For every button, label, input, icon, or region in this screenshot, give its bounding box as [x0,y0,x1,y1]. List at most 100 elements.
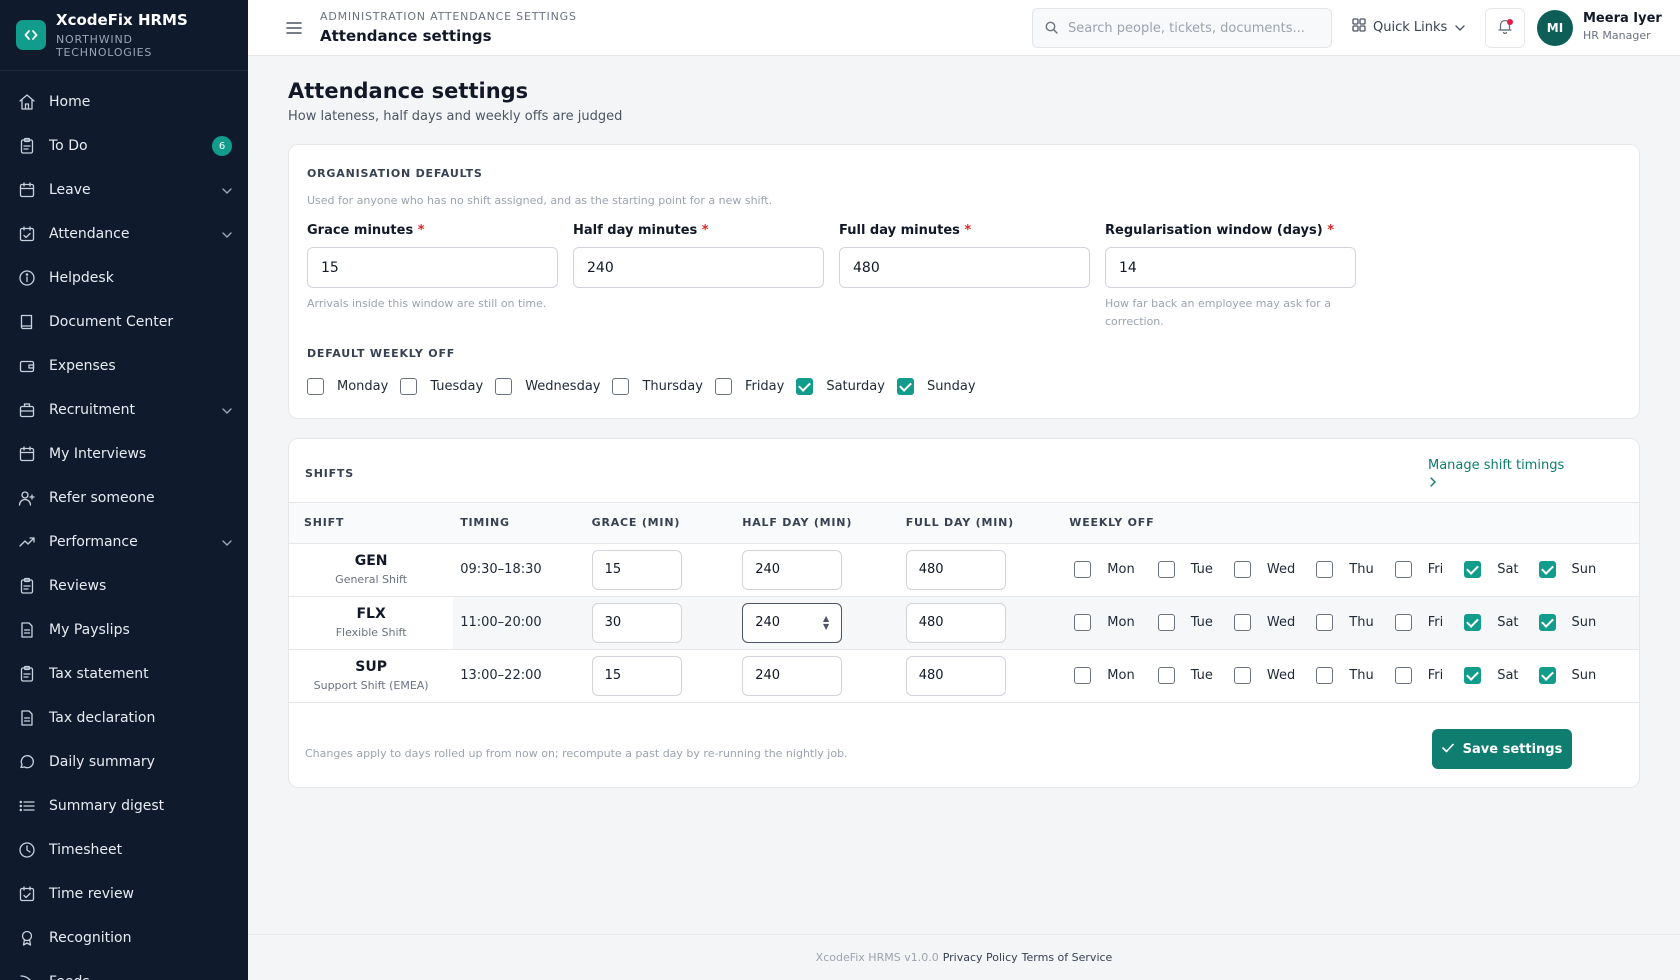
notifications-button[interactable] [1485,8,1525,48]
shift-day-fri[interactable]: Fri [1394,614,1443,631]
shift-day-fri[interactable]: Fri [1394,667,1443,685]
weekly-off-saturday[interactable]: Saturday [796,378,885,395]
tue-checkbox[interactable] [1157,561,1175,578]
sidebar-item-home[interactable]: Home [0,80,248,124]
weekly-off-monday[interactable]: Monday [307,378,388,395]
weekly-off-tuesday[interactable]: Tuesday [400,378,483,395]
shift-day-sat[interactable]: Sat [1464,667,1519,685]
thu-checkbox[interactable] [1316,667,1334,685]
save-settings-button[interactable]: Save settings [1432,729,1572,769]
thu-checkbox[interactable] [1316,614,1334,631]
sidebar-item-helpdesk[interactable]: Helpdesk [0,256,248,300]
shift-day-thu[interactable]: Thu [1316,614,1374,631]
hamburger-menu-icon[interactable] [283,17,305,39]
shift-day-mon[interactable]: Mon [1074,667,1135,685]
sidebar-item-recruitment[interactable]: Recruitment [0,388,248,432]
sunday-checkbox[interactable] [896,378,914,395]
weekly-off-wednesday[interactable]: Wednesday [495,378,600,395]
shift-day-sun[interactable]: Sun [1538,561,1596,578]
sidebar-item-reviews[interactable]: Reviews [0,564,248,608]
sat-checkbox[interactable] [1464,667,1482,685]
mon-checkbox[interactable] [1074,561,1092,578]
sidebar-item-refer-someone[interactable]: Refer someone [0,476,248,520]
grace-minutes-input[interactable] [591,602,682,643]
shift-day-mon[interactable]: Mon [1074,614,1135,631]
sidebar-item-performance[interactable]: Performance [0,520,248,564]
search-input[interactable] [1068,20,1318,36]
sidebar-item-to-do[interactable]: To Do 6 [0,124,248,168]
full-minutes-input[interactable] [905,655,1006,696]
tue-checkbox[interactable] [1157,667,1175,685]
thursday-checkbox[interactable] [612,378,630,395]
sidebar-item-recognition[interactable]: Recognition [0,916,248,960]
privacy-policy-link[interactable]: Privacy Policy [943,951,1018,964]
number-spinner-icon[interactable]: ▲ ▼ [823,614,829,631]
brand[interactable]: XcodeFix HRMS NORTHWIND TECHNOLOGIES [0,0,248,71]
regularisation-window-days-field[interactable] [1105,247,1356,288]
fri-checkbox[interactable] [1394,561,1412,578]
tuesday-checkbox[interactable] [400,378,418,395]
grace-minutes-input[interactable] [591,549,682,590]
shift-day-thu[interactable]: Thu [1316,561,1374,578]
sun-checkbox[interactable] [1538,614,1556,631]
avatar[interactable]: MI [1537,10,1573,46]
sidebar-item-expenses[interactable]: Expenses [0,344,248,388]
shift-day-tue[interactable]: Tue [1157,561,1213,578]
shift-day-tue[interactable]: Tue [1157,614,1213,631]
sat-checkbox[interactable] [1464,561,1482,578]
sidebar-item-timesheet[interactable]: Timesheet [0,828,248,872]
thu-checkbox[interactable] [1316,561,1334,578]
sidebar-item-daily-summary[interactable]: Daily summary [0,740,248,784]
sidebar-item-attendance[interactable]: Attendance [0,212,248,256]
sidebar-item-my-interviews[interactable]: My Interviews [0,432,248,476]
shift-day-sat[interactable]: Sat [1464,561,1519,578]
tue-checkbox[interactable] [1157,614,1175,631]
manage-shift-timings-link[interactable]: Manage shift timings [1428,457,1568,493]
half-minutes-input[interactable] [742,549,843,590]
sun-checkbox[interactable] [1538,561,1556,578]
shift-day-wed[interactable]: Wed [1233,561,1295,578]
fri-checkbox[interactable] [1394,614,1412,631]
wednesday-checkbox[interactable] [495,378,513,395]
shift-day-sun[interactable]: Sun [1538,667,1596,685]
quick-links-button[interactable]: Quick Links [1352,18,1465,36]
shift-day-sun[interactable]: Sun [1538,614,1596,631]
shift-day-mon[interactable]: Mon [1074,561,1135,578]
wed-checkbox[interactable] [1233,614,1251,631]
shift-day-thu[interactable]: Thu [1316,667,1374,685]
friday-checkbox[interactable] [714,378,732,395]
sidebar-item-tax-declaration[interactable]: Tax declaration [0,696,248,740]
shift-day-tue[interactable]: Tue [1157,667,1213,685]
monday-checkbox[interactable] [307,378,324,395]
mon-checkbox[interactable] [1074,614,1092,631]
grace-minutes-field[interactable] [307,247,558,288]
mon-checkbox[interactable] [1074,667,1092,685]
sidebar-item-document-center[interactable]: Document Center [0,300,248,344]
sidebar-item-tax-statement[interactable]: Tax statement [0,652,248,696]
shift-day-sat[interactable]: Sat [1464,614,1519,631]
wed-checkbox[interactable] [1233,561,1251,578]
sat-checkbox[interactable] [1464,614,1482,631]
weekly-off-thursday[interactable]: Thursday [612,378,703,395]
sidebar-item-my-payslips[interactable]: My Payslips [0,608,248,652]
weekly-off-sunday[interactable]: Sunday [896,378,976,395]
sidebar-item-leave[interactable]: Leave [0,168,248,212]
grace-minutes-input[interactable] [591,655,682,696]
shift-day-wed[interactable]: Wed [1233,667,1295,685]
half-minutes-input[interactable] [742,655,843,696]
search-box[interactable] [1032,8,1332,48]
sidebar-item-summary-digest[interactable]: Summary digest [0,784,248,828]
user-menu[interactable]: Meera Iyer HR Manager [1583,11,1662,42]
wed-checkbox[interactable] [1233,667,1251,685]
half-day-minutes-field[interactable] [573,247,824,288]
weekly-off-friday[interactable]: Friday [714,378,784,395]
full-minutes-input[interactable] [905,549,1006,590]
sun-checkbox[interactable] [1538,667,1556,685]
fri-checkbox[interactable] [1394,667,1412,685]
saturday-checkbox[interactable] [796,378,814,395]
full-day-minutes-field[interactable] [839,247,1090,288]
sidebar-item-feeds[interactable]: Feeds [0,960,248,980]
shift-day-wed[interactable]: Wed [1233,614,1295,631]
full-minutes-input[interactable] [905,602,1006,643]
sidebar-item-time-review[interactable]: Time review [0,872,248,916]
